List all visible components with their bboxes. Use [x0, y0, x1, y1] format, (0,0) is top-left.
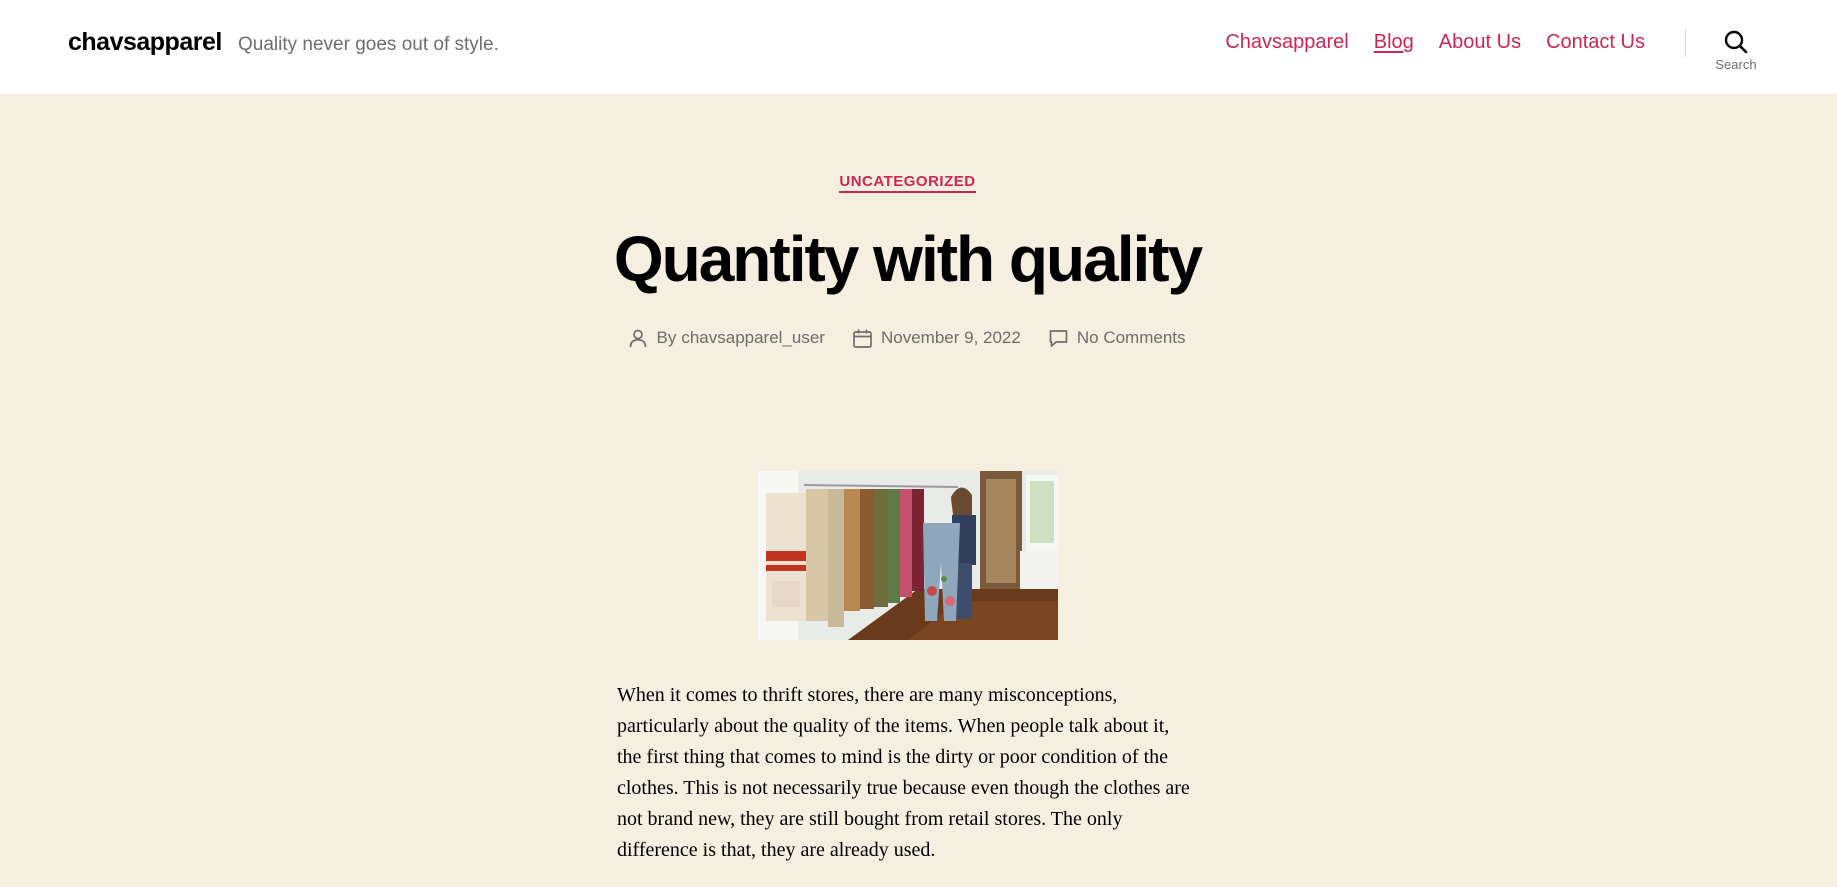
search-toggle-button[interactable]: Search [1705, 28, 1767, 80]
comment-icon [1049, 329, 1068, 347]
post-date: November 9, 2022 [853, 328, 1021, 348]
author-link[interactable]: chavsapparel_user [681, 328, 825, 348]
comments-link[interactable]: No Comments [1077, 328, 1186, 348]
post-author: By chavsapparel_user [629, 328, 825, 348]
site-tagline: Quality never goes out of style. [238, 34, 499, 55]
post-title: Quantity with quality [613, 223, 1203, 295]
primary-nav: Chavsapparel Blog About Us Contact Us [1225, 31, 1645, 54]
post-meta: By chavsapparel_user November 9, 2022 No… [0, 328, 1815, 348]
site-title[interactable]: chavsapparel [68, 28, 222, 57]
post-category: UNCATEGORIZED [0, 173, 1815, 193]
nav-item-blog[interactable]: Blog [1374, 31, 1414, 54]
featured-image [758, 471, 1058, 640]
search-label: Search [1715, 57, 1757, 72]
user-icon [630, 329, 647, 347]
date-link[interactable]: November 9, 2022 [881, 328, 1021, 348]
site-header: chavsapparel Quality never goes out of s… [0, 0, 1837, 94]
header-divider [1685, 29, 1686, 57]
calendar-icon [853, 329, 872, 348]
post-paragraph: When it comes to thrift stores, there ar… [617, 684, 1190, 861]
post-comments: No Comments [1049, 328, 1186, 348]
nav-item-contact-us[interactable]: Contact Us [1546, 31, 1645, 54]
search-icon [1724, 30, 1748, 54]
nav-item-about-us[interactable]: About Us [1439, 31, 1521, 54]
nav-item-chavsapparel[interactable]: Chavsapparel [1225, 31, 1348, 54]
author-prefix: By [656, 328, 677, 347]
category-link[interactable]: UNCATEGORIZED [839, 173, 976, 193]
